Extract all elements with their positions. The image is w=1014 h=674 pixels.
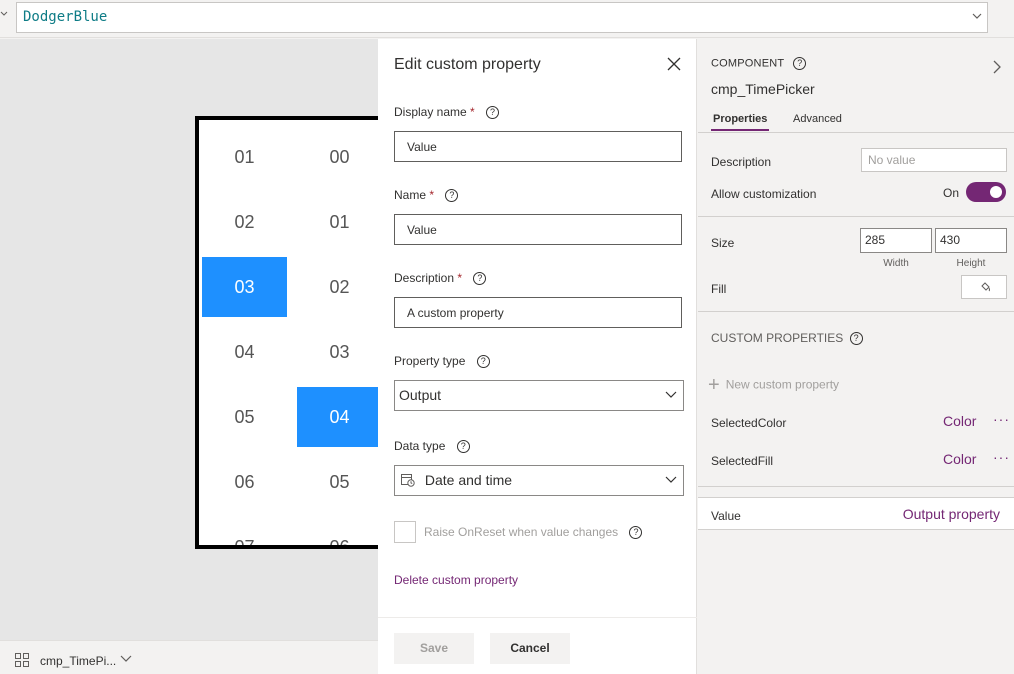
minute-cell[interactable]: 01 bbox=[297, 192, 378, 252]
hour-cell[interactable]: 05 bbox=[202, 387, 287, 447]
help-icon[interactable]: ? bbox=[445, 189, 459, 203]
hour-cell[interactable]: 01 bbox=[202, 127, 287, 187]
raise-onreset-label: Raise OnReset when value changes ? bbox=[424, 525, 643, 540]
formula-expand-chevron-icon[interactable] bbox=[972, 12, 982, 20]
minute-cell-selected[interactable]: 04 bbox=[297, 387, 378, 447]
chevron-down-icon[interactable] bbox=[120, 655, 132, 663]
more-options-icon[interactable]: ··· bbox=[993, 411, 1010, 427]
properties-pane: COMPONENT ? cmp_TimePicker Properties Ad… bbox=[698, 39, 1014, 674]
formula-bar: DodgerBlue bbox=[0, 0, 1014, 38]
property-type-dropdown[interactable]: Output bbox=[394, 380, 684, 411]
toggle-state-label: On bbox=[943, 186, 960, 200]
height-caption: Height bbox=[956, 258, 986, 269]
property-type-label: Property type ? bbox=[394, 354, 490, 369]
formula-input[interactable]: DodgerBlue bbox=[16, 2, 988, 33]
plus-icon: + bbox=[708, 374, 720, 396]
paint-bucket-icon bbox=[981, 282, 990, 292]
footer-divider bbox=[378, 617, 697, 618]
more-options-icon[interactable]: ··· bbox=[993, 449, 1010, 465]
width-caption: Width bbox=[883, 258, 909, 269]
description-label: Description bbox=[711, 155, 772, 169]
raise-onreset-checkbox[interactable] bbox=[394, 521, 416, 543]
divider bbox=[698, 486, 1014, 487]
tab-advanced[interactable]: Advanced bbox=[793, 113, 842, 125]
hour-cell[interactable]: 06 bbox=[202, 452, 287, 512]
editing-property-type: Output property bbox=[902, 506, 1000, 522]
help-icon[interactable]: ? bbox=[629, 526, 643, 540]
allow-customization-toggle[interactable] bbox=[966, 182, 1006, 202]
hour-cell[interactable]: 04 bbox=[202, 322, 287, 382]
minute-cell[interactable]: 02 bbox=[297, 257, 378, 317]
chevron-down-icon bbox=[665, 391, 677, 398]
custom-property-name[interactable]: SelectedColor bbox=[711, 416, 786, 430]
custom-property-type[interactable]: Color bbox=[943, 413, 976, 429]
height-input[interactable]: 430 bbox=[935, 228, 1007, 253]
help-icon[interactable]: ? bbox=[486, 106, 500, 120]
chevron-down-icon bbox=[665, 476, 677, 483]
status-bar: cmp_TimePi... bbox=[0, 640, 378, 674]
custom-property-name[interactable]: SelectedFill bbox=[711, 454, 773, 468]
divider bbox=[698, 132, 1014, 133]
help-icon[interactable]: ? bbox=[456, 440, 470, 454]
description-label: Description * ? bbox=[394, 271, 487, 286]
delete-custom-property-link[interactable]: Delete custom property bbox=[394, 573, 518, 587]
divider bbox=[698, 311, 1014, 312]
minute-cell[interactable]: 06 bbox=[297, 517, 378, 545]
data-type-label: Data type ? bbox=[394, 439, 470, 454]
chevron-right-icon[interactable] bbox=[992, 59, 1002, 75]
screen-selector-label[interactable]: cmp_TimePi... bbox=[40, 654, 116, 668]
edit-custom-property-panel: Edit custom property Display name * ? Va… bbox=[378, 39, 697, 674]
width-input[interactable]: 285 bbox=[860, 228, 932, 253]
data-type-dropdown[interactable]: Date and time bbox=[394, 465, 684, 496]
description-field[interactable]: A custom property bbox=[394, 297, 682, 328]
active-tab-indicator bbox=[711, 129, 769, 131]
custom-property-type[interactable]: Color bbox=[943, 451, 976, 467]
name-label: Name * ? bbox=[394, 188, 459, 203]
panel-title: Edit custom property bbox=[394, 56, 541, 73]
component-icon bbox=[15, 653, 29, 667]
help-icon[interactable]: ? bbox=[793, 57, 807, 70]
new-custom-property-button[interactable]: + New custom property bbox=[708, 374, 839, 397]
fill-color-picker[interactable] bbox=[961, 275, 1007, 299]
minute-cell[interactable]: 00 bbox=[297, 127, 378, 187]
divider bbox=[698, 216, 1014, 217]
chevron-down-icon[interactable] bbox=[0, 10, 8, 18]
timepicker-component[interactable]: 01 02 03 04 05 06 07 00 01 02 03 04 05 0… bbox=[195, 116, 378, 549]
hour-cell-selected[interactable]: 03 bbox=[202, 257, 287, 317]
description-input[interactable]: No value bbox=[861, 148, 1007, 172]
component-kind-label: COMPONENT ? bbox=[711, 57, 807, 70]
allow-customization-label: Allow customization bbox=[711, 187, 817, 201]
hour-cell[interactable]: 07 bbox=[202, 517, 287, 545]
custom-properties-heading: CUSTOM PROPERTIES ? bbox=[711, 331, 863, 346]
data-type-value: Date and time bbox=[424, 472, 513, 488]
size-label: Size bbox=[711, 236, 735, 250]
help-icon[interactable]: ? bbox=[476, 355, 490, 369]
editing-property-row[interactable]: Value Output property bbox=[698, 497, 1014, 530]
display-name-field[interactable]: Value bbox=[394, 131, 682, 162]
design-canvas: 01 02 03 04 05 06 07 00 01 02 03 04 05 0… bbox=[0, 39, 378, 640]
minute-cell[interactable]: 05 bbox=[297, 452, 378, 512]
help-icon[interactable]: ? bbox=[849, 332, 863, 346]
property-type-value: Output bbox=[399, 387, 442, 403]
calendar-clock-icon bbox=[401, 474, 415, 487]
cancel-button[interactable]: Cancel bbox=[490, 633, 570, 664]
tab-properties[interactable]: Properties bbox=[713, 113, 767, 125]
save-button[interactable]: Save bbox=[394, 633, 474, 664]
hour-cell[interactable]: 02 bbox=[202, 192, 287, 252]
display-name-label: Display name * ? bbox=[394, 105, 500, 120]
help-icon[interactable]: ? bbox=[473, 272, 487, 286]
fill-label: Fill bbox=[711, 282, 727, 296]
close-icon[interactable] bbox=[666, 56, 682, 72]
component-name: cmp_TimePicker bbox=[711, 81, 815, 97]
editing-property-name: Value bbox=[711, 509, 741, 523]
minute-cell[interactable]: 03 bbox=[297, 322, 378, 382]
name-field[interactable]: Value bbox=[394, 214, 682, 245]
